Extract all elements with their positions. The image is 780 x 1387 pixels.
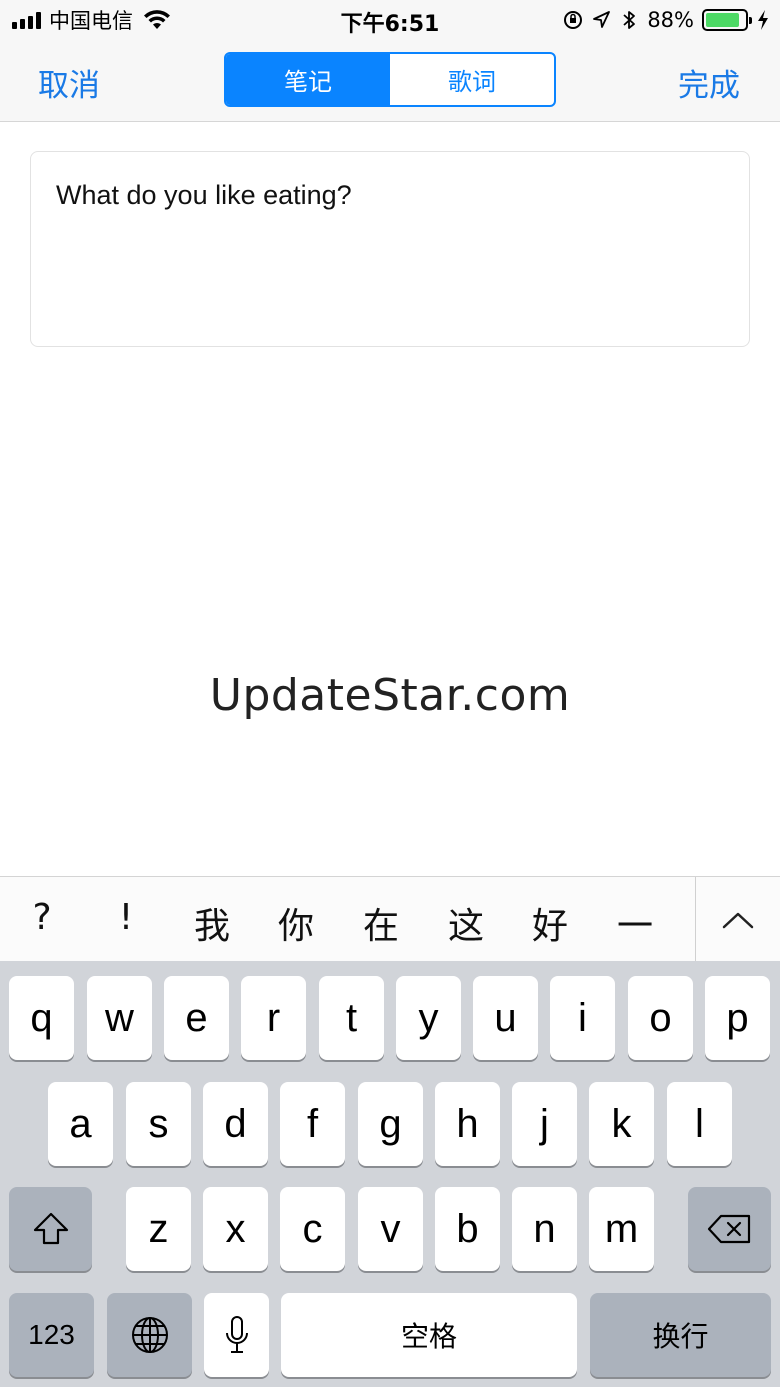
key-x[interactable]: x [203,1187,268,1271]
key-f[interactable]: f [280,1082,345,1166]
orientation-lock-icon [564,11,583,29]
key-j[interactable]: j [512,1082,577,1166]
bluetooth-icon [623,11,636,29]
microphone-key[interactable] [204,1293,269,1377]
segmented-control: 笔记 歌词 [224,52,556,107]
key-p[interactable]: p [705,976,770,1060]
key-z[interactable]: z [126,1187,191,1271]
key-g[interactable]: g [358,1082,423,1166]
globe-key[interactable] [107,1293,192,1377]
key-w[interactable]: w [87,976,152,1060]
return-key[interactable]: 换行 [590,1293,771,1377]
key-s[interactable]: s [126,1082,191,1166]
delete-key[interactable] [688,1187,771,1271]
shift-icon [33,1212,68,1245]
battery-icon [702,9,752,31]
segment-lyrics[interactable]: 歌词 [390,54,554,105]
microphone-icon [225,1316,248,1353]
globe-icon [131,1317,168,1353]
key-l[interactable]: l [667,1082,732,1166]
battery-fill [706,13,740,27]
backspace-icon [707,1214,750,1244]
numbers-key[interactable]: 123 [9,1293,94,1377]
candidate-item[interactable]: 你 [266,897,326,949]
key-b[interactable]: b [435,1187,500,1271]
battery-percent: 88% [647,8,694,32]
key-a[interactable]: a [48,1082,113,1166]
keyboard: q w e r t y u i o p a s d f g h j k l z … [0,961,780,1387]
candidate-item[interactable]: ? [12,897,72,938]
key-o[interactable]: o [628,976,693,1060]
key-q[interactable]: q [9,976,74,1060]
watermark: UpdateStar.com [209,670,571,721]
candidate-item[interactable]: 一 [605,897,665,949]
location-arrow-icon [593,11,611,28]
key-r[interactable]: r [241,976,306,1060]
key-i[interactable]: i [550,976,615,1060]
note-text-area[interactable]: What do you like eating? [30,151,750,347]
space-key[interactable]: 空格 [281,1293,577,1377]
done-button[interactable]: 完成 [678,60,740,105]
chevron-up-icon [722,912,754,928]
candidate-item[interactable]: 这 [436,897,496,949]
key-c[interactable]: c [280,1187,345,1271]
nav-bar: 取消 笔记 歌词 完成 [0,40,780,122]
candidate-item[interactable]: ! [96,897,156,938]
key-h[interactable]: h [435,1082,500,1166]
cancel-button[interactable]: 取消 [38,60,100,105]
candidate-item[interactable]: 在 [351,897,411,949]
key-k[interactable]: k [589,1082,654,1166]
key-e[interactable]: e [164,976,229,1060]
shift-key[interactable] [9,1187,92,1271]
key-t[interactable]: t [319,976,384,1060]
key-d[interactable]: d [203,1082,268,1166]
key-m[interactable]: m [589,1187,654,1271]
candidate-bar: ? ! 我 你 在 这 好 一 [0,876,780,962]
key-v[interactable]: v [358,1187,423,1271]
status-right: 88% [563,6,770,34]
status-bar: 中国电信 下午6:51 88% [0,0,780,40]
candidate-item[interactable]: 好 [520,897,580,949]
key-y[interactable]: y [396,976,461,1060]
key-u[interactable]: u [473,976,538,1060]
candidate-item[interactable]: 我 [182,897,242,949]
segment-notes[interactable]: 笔记 [226,54,390,105]
charging-bolt-icon [758,10,768,30]
key-n[interactable]: n [512,1187,577,1271]
expand-candidates-button[interactable] [696,877,780,962]
